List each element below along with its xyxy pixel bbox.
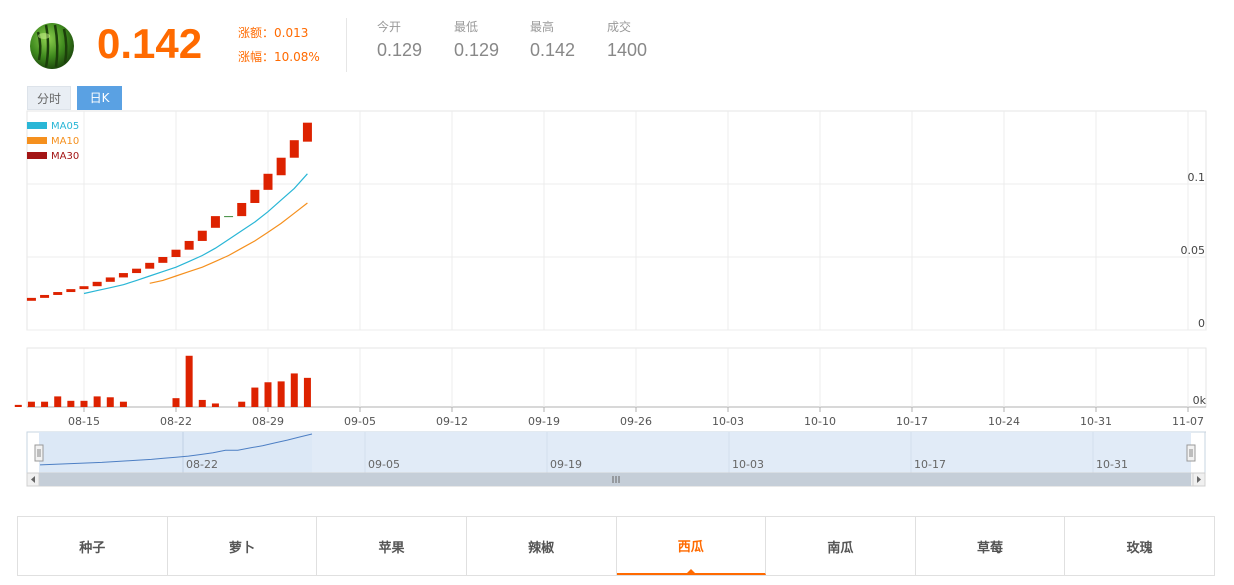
legend-swatch-ma10 <box>27 137 47 144</box>
candle <box>53 292 63 295</box>
legend-swatch-ma05 <box>27 122 47 129</box>
navigator-scrollbar-thumb[interactable] <box>39 473 1191 486</box>
candle <box>92 281 102 287</box>
tab-radish[interactable]: 萝卜 <box>168 517 318 575</box>
x-tick-label: 09-19 <box>528 415 560 428</box>
candle <box>276 157 286 176</box>
volume-bar <box>119 401 127 407</box>
candle <box>79 286 89 290</box>
navigator-label: 10-03 <box>732 458 764 471</box>
candlestick-chart: 08-15 08-22 08-29 09-05 09-12 09-19 09-26 10-03… <box>14 110 1207 433</box>
range-navigator[interactable]: 08-22 09-05 09-19 10-03 10-17 10-31 <box>0 430 1234 490</box>
tab-seed[interactable]: 种子 <box>18 517 168 575</box>
navigator-label: 10-31 <box>1096 458 1128 471</box>
volume-bar <box>290 373 298 407</box>
volume-bar <box>67 400 75 407</box>
candle <box>224 216 234 218</box>
volume-bar <box>14 404 22 407</box>
volume-bar <box>211 403 219 407</box>
candle <box>66 289 76 293</box>
navigator-label: 09-05 <box>368 458 400 471</box>
candle <box>184 240 194 250</box>
x-tick-label: 09-26 <box>620 415 652 428</box>
x-tick-label: 08-22 <box>160 415 192 428</box>
x-tick-label: 10-31 <box>1080 415 1112 428</box>
tab-pumpkin[interactable]: 南瓜 <box>766 517 916 575</box>
candle <box>197 230 207 241</box>
tab-rose[interactable]: 玫瑰 <box>1065 517 1214 575</box>
candle <box>145 262 155 269</box>
volume-bar <box>277 381 285 407</box>
scroll-left-arrow-icon[interactable] <box>26 472 40 487</box>
x-tick-label: 11-07 <box>1172 415 1204 428</box>
tab-strawberry[interactable]: 草莓 <box>916 517 1066 575</box>
price-panel-frame <box>26 110 1207 331</box>
volume-bar <box>185 355 193 407</box>
x-tick-label: 08-29 <box>252 415 284 428</box>
candle <box>250 189 260 203</box>
candle <box>26 297 36 301</box>
tab-watermelon[interactable]: 西瓜 <box>616 517 767 575</box>
x-tick-label: 10-03 <box>712 415 744 428</box>
navigator-label: 10-17 <box>914 458 946 471</box>
volume-bar <box>264 382 272 407</box>
candle <box>237 202 247 217</box>
volume-bar <box>41 401 49 407</box>
x-tick-label: 10-24 <box>988 415 1020 428</box>
candle <box>210 216 220 228</box>
volume-bar <box>106 397 114 407</box>
ma10-line <box>149 202 308 284</box>
volume-bar <box>251 387 259 407</box>
x-tick-label: 08-15 <box>68 415 100 428</box>
x-tick-label: 09-12 <box>436 415 468 428</box>
y-tick-label: 0 <box>1198 317 1205 330</box>
tab-chili[interactable]: 辣椒 <box>467 517 617 575</box>
volume-bar <box>80 400 88 407</box>
navigator-label: 09-19 <box>550 458 582 471</box>
product-tab-bar: 种子 萝卜 苹果 辣椒 西瓜 南瓜 草莓 玫瑰 <box>17 516 1215 576</box>
volume-bar <box>93 396 101 407</box>
legend-swatch-ma30 <box>27 152 47 159</box>
y-tick-label: 0.1 <box>1188 171 1206 184</box>
candle <box>40 294 50 298</box>
volume-bar <box>54 396 62 407</box>
candle <box>118 273 128 278</box>
navigator-label: 08-22 <box>186 458 218 471</box>
x-tick-label: 10-10 <box>804 415 836 428</box>
volume-bar <box>172 398 180 407</box>
x-tick-label: 10-17 <box>896 415 928 428</box>
y-tick-label: 0.05 <box>1181 244 1206 257</box>
candle <box>302 122 312 142</box>
candle <box>263 173 273 190</box>
volume-bar <box>238 401 246 407</box>
candle <box>289 140 299 158</box>
volume-panel-frame <box>26 347 1207 408</box>
navigator-right-handle[interactable] <box>1186 444 1196 462</box>
tab-apple[interactable]: 苹果 <box>317 517 467 575</box>
legend-label-ma10: MA10 <box>51 136 79 147</box>
legend-label-ma30: MA30 <box>51 151 79 162</box>
scroll-right-arrow-icon[interactable] <box>1192 472 1206 487</box>
ma05-line <box>83 173 308 295</box>
x-tick-label: 09-05 <box>344 415 376 428</box>
candle <box>158 257 168 263</box>
volume-bar <box>303 377 311 407</box>
candle <box>171 249 181 257</box>
volume-bar <box>198 399 206 407</box>
volume-bar <box>27 401 35 407</box>
candle <box>132 268 142 274</box>
candle <box>105 277 115 282</box>
volume-tick-label: 0k <box>1193 394 1207 407</box>
navigator-left-handle[interactable] <box>34 444 44 462</box>
legend-label-ma05: MA05 <box>51 121 79 132</box>
